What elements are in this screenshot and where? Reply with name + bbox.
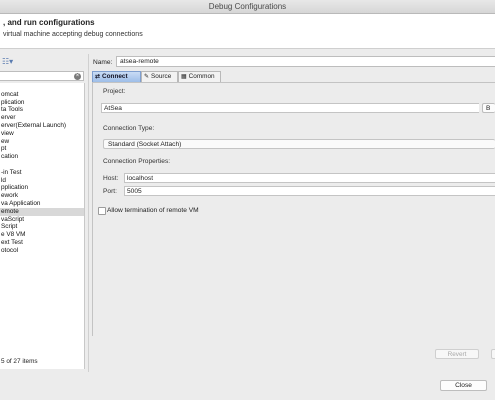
window-titlebar: Debug Configurations (0, 0, 495, 14)
items-count: 5 of 27 items (1, 358, 38, 365)
tree-item[interactable] (0, 83, 84, 91)
revert-button[interactable]: Revert (435, 349, 479, 359)
common-icon: ▦ (181, 74, 187, 80)
tree-item[interactable]: pplication (0, 184, 84, 192)
tree-item[interactable]: va Application (0, 200, 84, 208)
tree-item[interactable]: vaScript (0, 216, 84, 224)
tree-item[interactable]: ew (0, 138, 84, 146)
tab-source[interactable]: ✎ Source (141, 71, 178, 82)
tree-item[interactable]: ta Tools (0, 106, 84, 114)
tree-item[interactable]: plication (0, 99, 84, 107)
tree-item[interactable]: erver(External Launch) (0, 122, 84, 130)
tree-item[interactable] (0, 161, 84, 169)
host-input[interactable]: localhost (124, 173, 495, 183)
tree-item[interactable]: otocol (0, 247, 84, 255)
new-configuration-icon[interactable]: ☷▾ (2, 57, 13, 66)
configuration-tree[interactable]: omcat plication ta Tools erver erver(Externa… (0, 83, 85, 369)
tab-connect-label: Connect (102, 73, 128, 80)
tree-item[interactable]: ld (0, 177, 84, 185)
tree-item[interactable]: ext Test (0, 239, 84, 247)
connection-type-label: Connection Type: (103, 125, 155, 132)
tree-item[interactable]: Script (0, 223, 84, 231)
tab-connect[interactable]: ⇄ Connect (92, 71, 141, 82)
source-icon: ✎ (144, 74, 150, 80)
header-title: , and run configurations (3, 18, 95, 27)
window-title: Debug Configurations (208, 2, 287, 11)
browse-button[interactable]: B (482, 103, 495, 113)
clear-filter-icon[interactable]: × (74, 73, 81, 80)
tree-item[interactable]: e V8 VM (0, 231, 84, 239)
connection-type-select[interactable]: Standard (Socket Attach) (103, 139, 495, 149)
dialog-header: , and run configurations virtual machine… (0, 14, 495, 49)
port-label: Port: (103, 188, 117, 195)
left-toolbar: ☷▾ (0, 56, 86, 68)
pane-divider[interactable] (88, 54, 89, 372)
allow-termination-label: Allow termination of remote VM (107, 207, 199, 214)
connection-properties-label: Connection Properties: (103, 158, 171, 165)
name-label: Name: (93, 59, 113, 66)
header-description: virtual machine accepting debug connecti… (3, 31, 143, 38)
tree-item[interactable]: omcat (0, 91, 84, 99)
tab-common[interactable]: ▦ Common (178, 71, 221, 82)
tab-common-label: Common (188, 73, 215, 80)
tree-item[interactable]: pt (0, 145, 84, 153)
tree-item[interactable]: view (0, 130, 84, 138)
tree-item[interactable]: emote (0, 207, 84, 216)
tree-item[interactable]: cation (0, 153, 84, 161)
tab-source-label: Source (151, 73, 172, 80)
host-label: Host: (103, 175, 119, 182)
connect-icon: ⇄ (95, 74, 101, 80)
port-input[interactable]: 5005 (124, 186, 495, 196)
tree-item[interactable]: erver (0, 114, 84, 122)
close-button[interactable]: Close (440, 380, 487, 391)
tree-item[interactable]: -in Test (0, 169, 84, 177)
allow-termination-checkbox[interactable] (98, 207, 106, 215)
apply-button[interactable] (491, 349, 495, 359)
project-input[interactable]: AtSea (101, 103, 479, 113)
tree-item[interactable]: ework (0, 192, 84, 200)
project-label: Project: (103, 88, 126, 95)
filter-input[interactable]: × (0, 71, 84, 81)
name-input[interactable]: atsea-remote (116, 56, 495, 67)
